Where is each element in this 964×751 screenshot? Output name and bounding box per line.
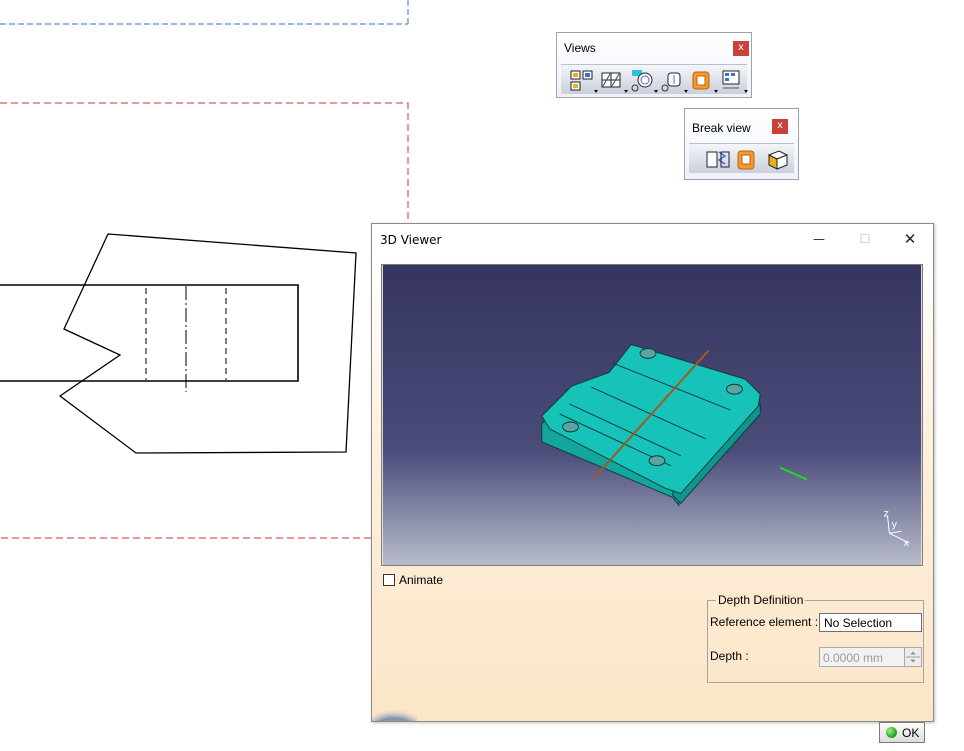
reference-element-label: Reference element : bbox=[710, 615, 819, 629]
3d-viewer-dialog[interactable]: 3D Viewer — ☐ ✕ z y x Animate Depth Defi… bbox=[371, 223, 934, 743]
spin-down-icon[interactable] bbox=[910, 659, 916, 663]
views-toolbar-title: Views bbox=[564, 41, 596, 55]
broken-view-icon[interactable] bbox=[703, 147, 733, 173]
break-view-toolbar[interactable]: Break view x bbox=[684, 108, 799, 180]
hole-2 bbox=[726, 383, 743, 395]
clipping-view-icon[interactable] bbox=[659, 68, 689, 94]
dialog-titlebar[interactable]: 3D Viewer — ☐ ✕ bbox=[372, 224, 933, 255]
view-frame-red[interactable] bbox=[0, 102, 409, 539]
ok-button[interactable]: OK bbox=[879, 722, 925, 743]
view-wizard-icon[interactable] bbox=[719, 68, 749, 94]
views-toolbar-strip bbox=[561, 64, 749, 94]
break-view-toolbar-strip bbox=[689, 143, 794, 173]
break-view-toolbar-title: Break view bbox=[692, 121, 751, 135]
3d-viewport[interactable]: z y x bbox=[381, 264, 923, 566]
depth-definition-title: Depth Definition bbox=[716, 593, 806, 607]
hole-4 bbox=[648, 455, 666, 467]
views-toolbar[interactable]: Views x bbox=[556, 32, 752, 98]
app-logo-icon bbox=[372, 699, 417, 721]
spin-up-icon[interactable] bbox=[910, 651, 916, 655]
depth-spinner[interactable] bbox=[904, 647, 922, 667]
detail-view-icon[interactable] bbox=[629, 68, 659, 94]
animate-checkbox[interactable] bbox=[383, 574, 395, 586]
depth-field[interactable]: 0.0000 mm bbox=[819, 647, 905, 667]
depth-definition-group: Depth Definition Reference element : No … bbox=[707, 593, 924, 683]
reference-element-field[interactable]: No Selection bbox=[819, 613, 922, 632]
section-view-icon[interactable] bbox=[599, 68, 629, 94]
minimize-button[interactable]: — bbox=[799, 228, 839, 250]
axis-label-z: z bbox=[883, 508, 888, 519]
axis-label-x: x bbox=[903, 538, 909, 549]
depth-label: Depth : bbox=[710, 649, 749, 663]
maximize-button[interactable]: ☐ bbox=[845, 228, 885, 250]
animate-label: Animate bbox=[399, 573, 444, 587]
ok-status-icon bbox=[886, 727, 897, 738]
break-profile bbox=[58, 233, 357, 454]
hole-3 bbox=[562, 421, 579, 433]
axis-label-y: y bbox=[891, 519, 897, 530]
dialog-title: 3D Viewer bbox=[380, 233, 442, 247]
hole-1 bbox=[639, 347, 657, 359]
break-view-toolbar-close-button[interactable]: x bbox=[772, 119, 788, 134]
ok-label: OK bbox=[902, 726, 920, 740]
views-toolbar-close-button[interactable]: x bbox=[733, 41, 749, 56]
part-outline bbox=[0, 284, 299, 382]
add-3d-clipping-icon[interactable] bbox=[763, 147, 793, 173]
front-view-icon[interactable] bbox=[569, 68, 599, 94]
breakout-view-icon[interactable] bbox=[733, 147, 763, 173]
close-button[interactable]: ✕ bbox=[890, 228, 930, 250]
broken-view-icon[interactable] bbox=[689, 68, 719, 94]
dialog-body: z y x Animate Depth Definition Reference… bbox=[372, 255, 933, 743]
